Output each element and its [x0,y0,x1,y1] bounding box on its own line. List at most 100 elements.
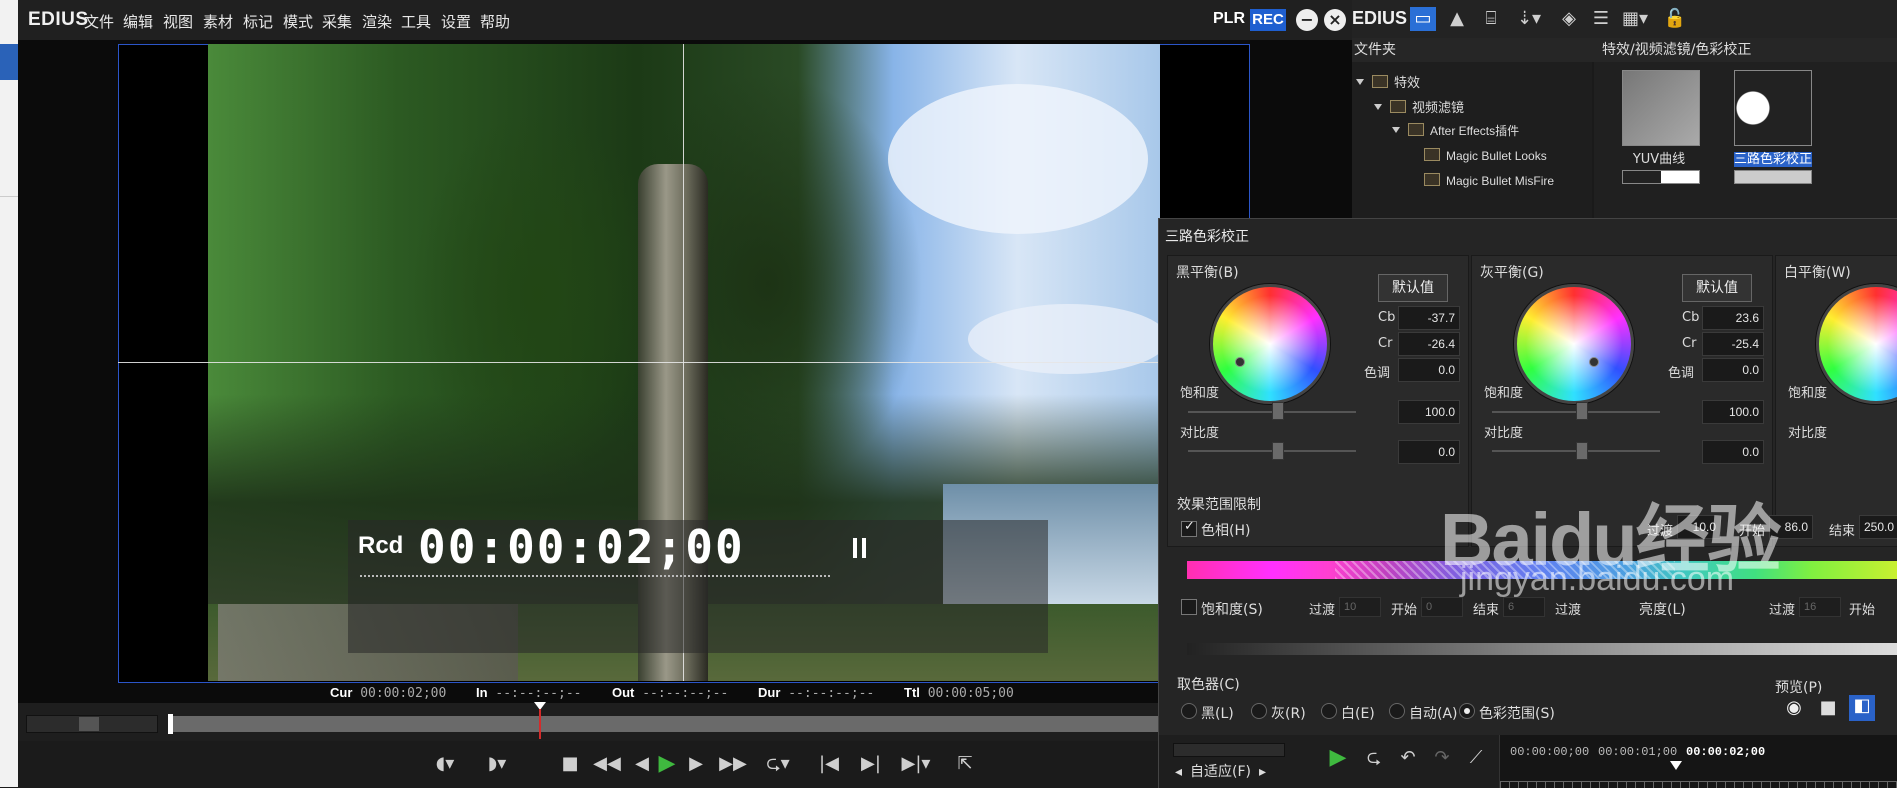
menu-settings[interactable]: 设置 [441,11,471,32]
go-to-in-icon[interactable]: |◀ [814,753,844,775]
expand-icon[interactable] [1374,104,1382,110]
layer-icon[interactable]: ◈ [1556,7,1582,31]
tree-item-video-filters[interactable]: 视频滤镜 [1374,97,1464,116]
expand-icon[interactable] [1356,79,1364,85]
next-frame-icon[interactable]: ▶ [686,753,706,775]
gray-saturation-knob[interactable] [1576,402,1588,420]
go-to-out-icon[interactable]: ▶| [856,753,886,775]
menu-marker[interactable]: 标记 [243,11,273,32]
effects-breadcrumb: 特效/视频滤镜/色彩校正 [1594,38,1897,62]
tree-item-effects[interactable]: 特效 [1356,72,1420,91]
menu-clip[interactable]: 素材 [203,11,233,32]
black-wheel-handle[interactable] [1235,357,1245,367]
saturation-start-input[interactable]: 0 [1421,597,1463,617]
in-timecode: --:--:--;-- [495,686,582,701]
luminance-transition-input[interactable]: 16 [1799,597,1841,617]
menu-mode[interactable]: 模式 [283,11,313,32]
dialog-play-icon[interactable]: ▶ [1323,747,1353,769]
gray-cb-input[interactable]: 23.6 [1702,306,1764,330]
minimize-icon[interactable]: − [1296,9,1318,31]
menu-help[interactable]: 帮助 [480,11,510,32]
grid-view-icon[interactable]: ▦▾ [1618,7,1652,31]
white-contrast-label: 对比度 [1788,426,1828,441]
black-cb-input[interactable]: -37.7 [1398,306,1460,330]
gray-wheel-handle[interactable] [1589,357,1599,367]
list-view-icon[interactable]: ☰ [1588,7,1614,31]
gray-hue-input[interactable]: 0.0 [1702,358,1764,382]
expand-icon[interactable] [1392,127,1400,133]
rewind-icon[interactable]: ◀◀ [592,753,622,775]
fit-dropdown[interactable]: ◂ 自适应(F) ▸ [1175,761,1305,783]
shuttle-slider[interactable] [26,715,158,733]
gray-default-button[interactable]: 默认值 [1682,274,1752,302]
hue-end-input[interactable]: 250.0 [1859,515,1897,539]
black-saturation-knob[interactable] [1272,402,1284,420]
add-effect-icon[interactable]: ⇣▾ [1512,7,1546,31]
tree-item-mb-misfire[interactable]: Magic Bullet MisFire [1424,173,1554,188]
tree-item-ae-plugins[interactable]: After Effects插件 [1392,122,1519,139]
plr-mode-button[interactable]: PLR [1213,10,1245,28]
picker-auto-radio[interactable] [1389,703,1405,719]
effect-thumbnail[interactable] [1734,170,1812,184]
export-icon[interactable]: ⇱ [950,753,980,775]
three-way-cc-thumbnail[interactable] [1734,70,1812,146]
eye-icon[interactable]: ◉ [1779,697,1809,719]
gray-saturation-label: 饱和度 [1484,386,1524,401]
fast-forward-icon[interactable]: ▶▶ [718,753,748,775]
set-out-icon[interactable]: ◗▾ [480,753,514,775]
folder-icon[interactable]: ▭ [1410,7,1436,31]
gray-saturation-input[interactable]: 100.0 [1702,400,1764,424]
saturation-end-input[interactable]: 6 [1503,597,1545,617]
shuttle-knob[interactable] [79,717,99,731]
insert-to-timeline-icon[interactable]: ▶|▾ [896,753,936,775]
black-contrast-input[interactable]: 0.0 [1398,440,1460,464]
redo-icon[interactable]: ↷ [1429,747,1455,769]
saturation-checkbox[interactable] [1181,599,1197,615]
picker-color-range-radio[interactable] [1459,703,1475,719]
saturation-transition-input[interactable]: 10 [1339,597,1381,617]
lock-icon[interactable]: 🔓 [1662,7,1688,31]
folder-tree-icon[interactable]: ⌸ [1478,7,1504,31]
white-color-wheel[interactable] [1816,284,1897,404]
menu-file[interactable]: 文件 [84,11,114,32]
picker-gray-radio[interactable] [1251,703,1267,719]
loop-icon[interactable]: ⮎▾ [758,753,798,775]
play-icon[interactable]: ▶ [652,753,682,775]
timeline-playhead-icon[interactable] [1670,761,1682,770]
menu-capture[interactable]: 采集 [322,11,352,32]
gray-contrast-input[interactable]: 0.0 [1702,440,1764,464]
triangle-icon[interactable]: ▲ [1444,7,1470,31]
rec-mode-button[interactable]: REC [1250,9,1286,31]
menu-edit[interactable]: 编辑 [123,11,153,32]
gray-cr-input[interactable]: -25.4 [1702,332,1764,356]
set-in-icon[interactable]: ◖▾ [428,753,462,775]
hue-checkbox[interactable]: ✓ [1181,519,1197,537]
dialog-loop-icon[interactable]: ⮎ [1361,747,1387,769]
black-cr-input[interactable]: -26.4 [1398,332,1460,356]
picker-white-radio[interactable] [1321,703,1337,719]
picker-black-radio[interactable] [1181,703,1197,719]
yuv-curve-thumbnail[interactable] [1622,70,1700,146]
black-saturation-input[interactable]: 100.0 [1398,400,1460,424]
gray-color-wheel[interactable] [1514,284,1634,404]
graph-icon[interactable]: ⟋ [1463,747,1489,769]
menu-view[interactable]: 视图 [163,11,193,32]
dialog-timeline[interactable]: 00:00:00;00 00:00:01;00 00:00:02;00 [1499,735,1897,788]
stop-icon[interactable]: ■ [558,753,582,775]
menu-tools[interactable]: 工具 [401,11,431,32]
menu-render[interactable]: 渲染 [362,11,392,32]
black-default-button[interactable]: 默认值 [1378,274,1448,302]
black-contrast-knob[interactable] [1272,442,1284,460]
black-color-wheel[interactable] [1210,284,1330,404]
prev-frame-icon[interactable]: ◀ [632,753,652,775]
dialog-shuttle-slider[interactable] [1173,743,1285,757]
tree-item-mb-looks[interactable]: Magic Bullet Looks [1424,148,1547,163]
black-hue-input[interactable]: 0.0 [1398,358,1460,382]
split-view-icon[interactable]: ◧ [1849,695,1875,721]
saturation-range-bar[interactable] [1187,643,1897,655]
gray-contrast-knob[interactable] [1576,442,1588,460]
white-square-icon[interactable]: ■ [1815,697,1841,719]
close-icon[interactable]: × [1324,9,1346,31]
undo-icon[interactable]: ↶ [1395,747,1421,769]
effect-thumbnail[interactable] [1622,170,1700,184]
